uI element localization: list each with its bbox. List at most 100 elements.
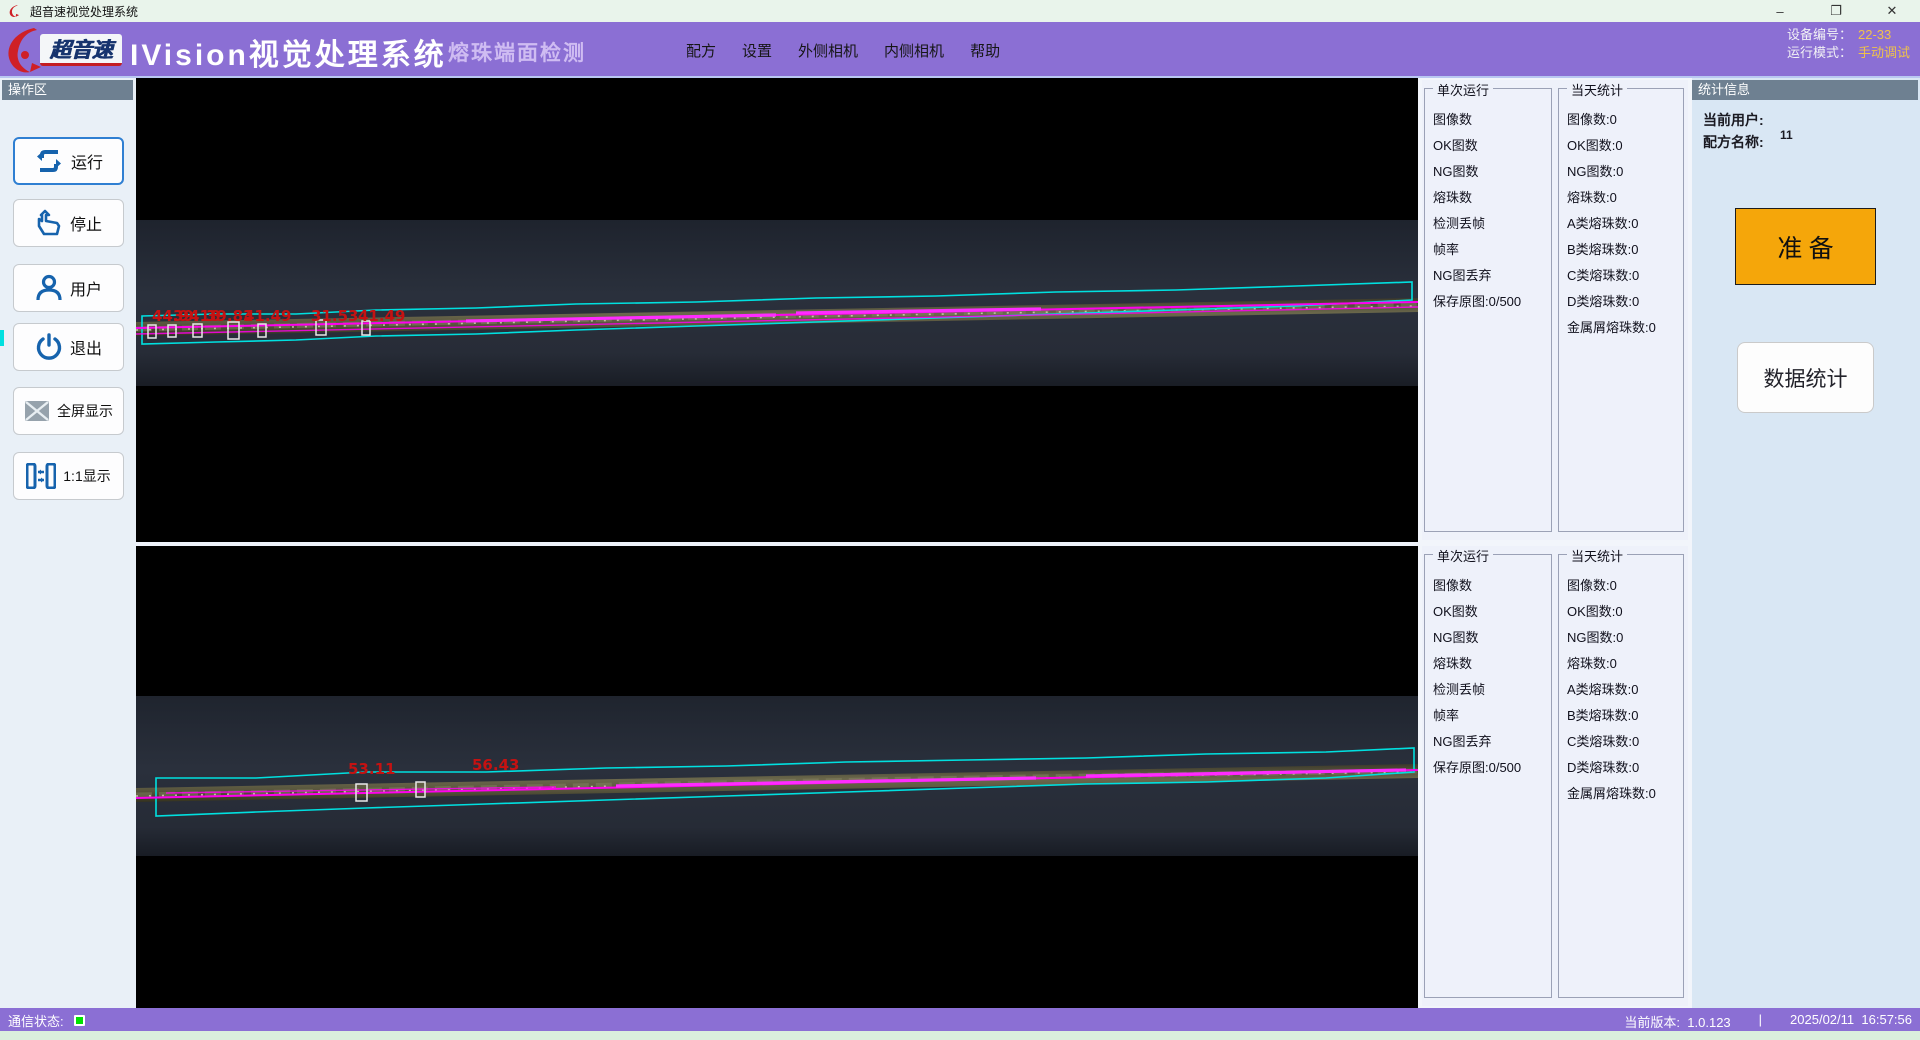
overlay-artifact: [0, 330, 4, 346]
single-run-groupbox: 单次运行 图像数OK图数NG图数熔珠数检测丢帧帧率NG图丢弃保存原图:0/500: [1424, 554, 1552, 998]
single-run-list: 图像数OK图数NG图数熔珠数检测丢帧帧率NG图丢弃保存原图:0/500: [1425, 555, 1551, 781]
fullscreen-button-label: 全屏显示: [57, 401, 113, 421]
recipe-name-label: 配方名称:: [1703, 132, 1764, 152]
window-titlebar: 超音速视觉处理系统 – ❐ ✕: [0, 0, 1920, 22]
exit-button-label: 退出: [70, 335, 102, 359]
stat-item: 保存原图:0/500: [1433, 289, 1551, 315]
main-menu: 配方 设置 外侧相机 内侧相机 帮助: [686, 22, 1000, 78]
stat-item: B类熔珠数:0: [1567, 703, 1683, 729]
brand-swoosh-icon: [4, 25, 44, 75]
user-icon: [35, 274, 63, 302]
status-bar: 通信状态: 当前版本: 1.0.123 | 2025/02/11 16:57:5…: [0, 1008, 1920, 1031]
device-number-value: 22-33: [1858, 27, 1891, 42]
status-date: 2025/02/11: [1790, 1012, 1854, 1027]
comm-status-indicator: [74, 1015, 85, 1026]
version-value: 1.0.123: [1687, 1015, 1730, 1030]
device-number-label: 设备编号：: [1787, 27, 1852, 42]
stat-item: 帧率: [1433, 237, 1551, 263]
stat-item: 熔珠数: [1433, 185, 1551, 211]
single-run-list: 图像数OK图数NG图数熔珠数检测丢帧帧率NG图丢弃保存原图:0/500: [1425, 89, 1551, 315]
app-title: IVision视觉处理系统: [130, 30, 447, 74]
menu-settings[interactable]: 设置: [742, 40, 772, 61]
outer-camera-view: 44.9439.1839.8341.4931.5341.49: [136, 78, 1418, 542]
stat-item: 金属屑熔珠数:0: [1567, 781, 1683, 807]
data-statistics-button[interactable]: 数据统计: [1737, 342, 1874, 413]
daily-stats-list: 图像数:0OK图数:0NG图数:0熔珠数:0A类熔珠数:0B类熔珠数:0C类熔珠…: [1559, 89, 1683, 341]
single-run-groupbox: 单次运行 图像数OK图数NG图数熔珠数检测丢帧帧率NG图丢弃保存原图:0/500: [1424, 88, 1552, 532]
svg-text:41.49: 41.49: [244, 307, 291, 325]
power-icon: [35, 333, 63, 361]
restore-button[interactable]: ❐: [1808, 0, 1864, 22]
stat-item: D类熔珠数:0: [1567, 289, 1683, 315]
stat-item: D类熔珠数:0: [1567, 755, 1683, 781]
stat-item: 检测丢帧: [1433, 677, 1551, 703]
stat-item: OK图数:0: [1567, 599, 1683, 625]
stat-item: NG图丢弃: [1433, 729, 1551, 755]
minimize-button[interactable]: –: [1752, 0, 1808, 22]
stat-item: NG图数:0: [1567, 625, 1683, 651]
current-user-label: 当前用户:: [1703, 110, 1764, 130]
stat-item: 图像数: [1433, 573, 1551, 599]
stat-item: A类熔珠数:0: [1567, 677, 1683, 703]
stat-item: 金属屑熔珠数:0: [1567, 315, 1683, 341]
stat-item: 熔珠数:0: [1567, 185, 1683, 211]
menu-help[interactable]: 帮助: [970, 40, 1000, 61]
daily-stats-groupbox: 当天统计 图像数:0OK图数:0NG图数:0熔珠数:0A类熔珠数:0B类熔珠数:…: [1558, 554, 1684, 998]
device-info: 设备编号： 22-33 运行模式： 手动调试: [1787, 26, 1910, 62]
stat-item: NG图丢弃: [1433, 263, 1551, 289]
stat-item: OK图数: [1433, 133, 1551, 159]
run-mode-value: 手动调试: [1858, 45, 1910, 60]
svg-text:41.49: 41.49: [358, 307, 405, 325]
inner-camera-view: 53.11 56.43: [136, 546, 1418, 1008]
inner-camera-stats-panel: 单次运行 图像数OK图数NG图数熔珠数检测丢帧帧率NG图丢弃保存原图:0/500…: [1422, 546, 1688, 1006]
svg-text:56.43: 56.43: [472, 756, 519, 774]
run-button-label: 运行: [71, 149, 103, 173]
exit-button[interactable]: 退出: [13, 323, 124, 371]
stat-item: NG图数: [1433, 625, 1551, 651]
run-button[interactable]: 运行: [13, 137, 124, 185]
fullscreen-icon: [24, 400, 50, 422]
close-button[interactable]: ✕: [1864, 0, 1920, 22]
camera-display-area: 44.9439.1839.8341.4931.5341.49: [136, 78, 1418, 1008]
one-to-one-button-label: 1:1显示: [63, 466, 110, 486]
single-run-title: 单次运行: [1433, 546, 1493, 565]
status-separator: |: [1759, 1012, 1762, 1031]
status-time: 16:57:56: [1861, 1012, 1912, 1027]
outer-camera-stats-panel: 单次运行 图像数OK图数NG图数熔珠数检测丢帧帧率NG图丢弃保存原图:0/500…: [1422, 80, 1688, 540]
menu-outer-camera[interactable]: 外侧相机: [798, 40, 858, 61]
comm-status-label: 通信状态:: [8, 1011, 64, 1030]
ready-button[interactable]: 准 备: [1735, 208, 1876, 285]
stop-button-label: 停止: [70, 211, 102, 235]
sync-arrows-icon: [34, 148, 64, 174]
daily-stats-title: 当天统计: [1567, 80, 1627, 99]
daily-stats-title: 当天统计: [1567, 546, 1627, 565]
user-button-label: 用户: [70, 276, 102, 300]
app-logo-icon: [8, 4, 22, 18]
stat-item: 图像数: [1433, 107, 1551, 133]
user-button[interactable]: 用户: [13, 264, 124, 312]
stat-item: A类熔珠数:0: [1567, 211, 1683, 237]
app-subtitle: 熔珠端面检测: [448, 37, 586, 67]
statistics-info-panel: 统计信息 当前用户: 配方名称: 11 准 备 数据统计: [1692, 78, 1920, 1008]
menu-inner-camera[interactable]: 内侧相机: [884, 40, 944, 61]
svg-text:53.11: 53.11: [348, 760, 395, 778]
app-header: 超音速 IVision视觉处理系统 熔珠端面检测 配方 设置 外侧相机 内侧相机…: [0, 22, 1920, 78]
stop-button[interactable]: 停止: [13, 199, 124, 247]
recipe-name-value: 11: [1780, 128, 1793, 142]
menu-recipe[interactable]: 配方: [686, 40, 716, 61]
stat-item: 熔珠数:0: [1567, 651, 1683, 677]
fullscreen-button[interactable]: 全屏显示: [13, 387, 124, 435]
desktop-edge: [0, 1031, 1920, 1040]
statistics-column: 单次运行 图像数OK图数NG图数熔珠数检测丢帧帧率NG图丢弃保存原图:0/500…: [1422, 78, 1688, 1008]
measurement-labels: 44.9439.1839.8341.4931.5341.49: [152, 307, 405, 325]
run-mode-label: 运行模式：: [1787, 45, 1852, 60]
brand-logo: 超音速: [40, 34, 122, 66]
stat-item: NG图数: [1433, 159, 1551, 185]
single-run-title: 单次运行: [1433, 80, 1493, 99]
one-to-one-button[interactable]: 1:1显示: [13, 452, 124, 500]
main-area: 操作区 运行 停止 用户: [0, 78, 1920, 1008]
stat-item: C类熔珠数:0: [1567, 263, 1683, 289]
stat-item: 熔珠数: [1433, 651, 1551, 677]
hand-stop-icon: [35, 209, 63, 237]
stat-item: 帧率: [1433, 703, 1551, 729]
